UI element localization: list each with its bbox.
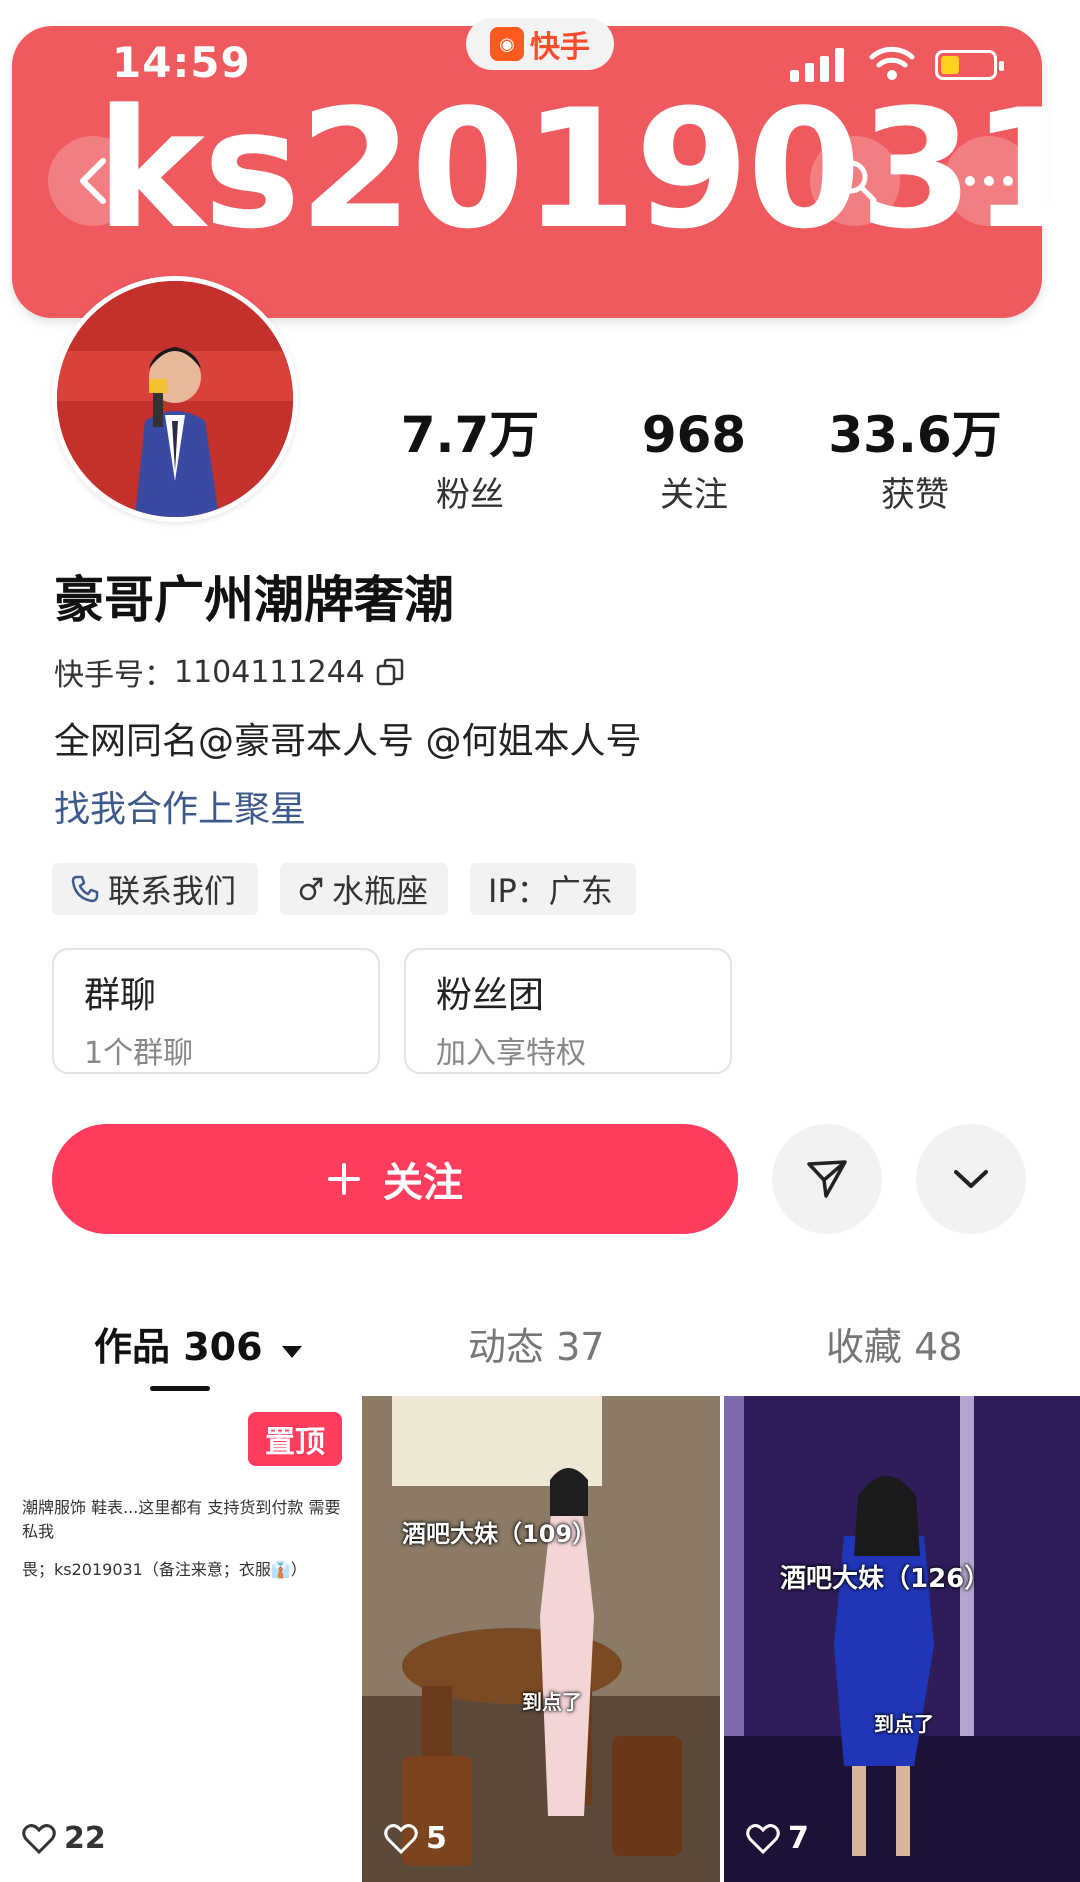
video-3-likes: 7 <box>746 1821 809 1856</box>
heart-icon <box>384 1823 418 1854</box>
tab-moments[interactable]: 动态 37 <box>468 1316 604 1371</box>
send-icon <box>807 1160 847 1198</box>
fan-club-title: 粉丝团 <box>436 975 545 1016</box>
followers-count: 7.7万 <box>400 406 540 464</box>
fan-club-subtitle: 加入享特权 <box>436 1036 586 1071</box>
following-label: 关注 <box>660 475 728 515</box>
video-tile-1[interactable]: 置顶 潮牌服饰 鞋表...这里都有 支持货到付款 需要私我 畏；ks201903… <box>0 1396 358 1882</box>
phone-icon <box>71 875 99 903</box>
kuaishou-logo-icon: ◉ <box>490 27 524 61</box>
likes-count: 33.6万 <box>828 406 1002 464</box>
tag-zodiac-label: 水瓶座 <box>332 872 429 910</box>
avatar[interactable] <box>52 276 298 522</box>
follow-label: 关注 <box>383 1161 463 1205</box>
video-3-likes-count: 7 <box>788 1821 809 1856</box>
more-horizontal-icon <box>965 176 1013 186</box>
tag-ip: IP：广东 <box>470 863 636 915</box>
tag-ip-label: IP：广东 <box>488 872 613 910</box>
stat-likes[interactable]: 33.6万 获赞 <box>815 408 1015 516</box>
video-2-subtitle: 到点了 <box>522 1690 582 1714</box>
group-chat-title: 群聊 <box>84 975 157 1016</box>
chevron-left-icon <box>80 158 106 204</box>
kuaishou-id-label: 快手号： <box>54 658 174 693</box>
tag-contact-label: 联系我们 <box>108 872 237 910</box>
video-1-likes: 22 <box>22 1821 106 1856</box>
profile-name: 豪哥广州潮牌奢潮 <box>54 571 454 629</box>
fan-club-card[interactable]: 粉丝团 加入享特权 <box>404 948 732 1074</box>
chevron-down-icon <box>954 1170 988 1188</box>
collab-link[interactable]: 找我合作上聚星 <box>54 780 306 832</box>
video-3-title: 酒吧大妹（126） <box>780 1564 991 1594</box>
more-options-button[interactable] <box>916 1124 1026 1234</box>
caret-down-icon <box>281 1346 302 1358</box>
tab-works-label: 作品 306 <box>94 1325 263 1369</box>
heart-icon <box>746 1823 780 1854</box>
pinned-badge: 置顶 <box>248 1412 342 1466</box>
video-3-subtitle: 到点了 <box>874 1712 934 1736</box>
followers-label: 粉丝 <box>436 475 504 515</box>
back-button[interactable] <box>48 136 138 226</box>
video-1-line2: 畏；ks2019031（备注来意；衣服👔） <box>22 1560 307 1579</box>
tab-works[interactable]: 作品 306 <box>94 1316 304 1371</box>
follow-button[interactable]: 关注 <box>52 1124 738 1234</box>
video-2-likes-count: 5 <box>426 1821 447 1856</box>
kuaishou-id: 1104111244 <box>174 654 365 690</box>
video-tile-3[interactable]: 酒吧大妹（126） 到点了 7 <box>724 1396 1080 1882</box>
group-chat-card[interactable]: 群聊 1个群聊 <box>52 948 380 1074</box>
heart-icon <box>22 1823 56 1854</box>
tab-favorites[interactable]: 收藏 48 <box>826 1316 962 1371</box>
stat-followers[interactable]: 7.7万 粉丝 <box>380 408 560 516</box>
group-chat-subtitle: 1个群聊 <box>84 1036 194 1071</box>
app-badge-label: 快手 <box>530 30 590 65</box>
tag-zodiac: 水瓶座 <box>280 863 448 915</box>
video-1-line1: 潮牌服饰 鞋表...这里都有 支持货到付款 需要私我 <box>22 1498 341 1541</box>
active-tab-indicator <box>150 1386 210 1391</box>
tag-contact[interactable]: 联系我们 <box>52 863 258 915</box>
video-3-thumbnail <box>724 1396 1080 1882</box>
stat-following[interactable]: 968 关注 <box>604 408 784 516</box>
likes-label: 获赞 <box>881 475 949 515</box>
plus-icon <box>328 1163 360 1195</box>
video-tile-2[interactable]: 酒吧大妹（109） 到点了 5 <box>362 1396 720 1882</box>
male-icon <box>299 877 323 901</box>
profile-bio: 全网同名@豪哥本人号 @何姐本人号 <box>54 721 642 762</box>
avatar-image <box>57 281 293 517</box>
video-2-thumbnail <box>362 1396 720 1882</box>
search-button[interactable] <box>810 136 900 226</box>
video-1-text: 潮牌服饰 鞋表...这里都有 支持货到付款 需要私我 畏；ks2019031（备… <box>22 1496 342 1582</box>
video-1-likes-count: 22 <box>64 1821 106 1856</box>
copy-icon[interactable] <box>375 657 405 687</box>
share-button[interactable] <box>772 1124 882 1234</box>
following-count: 968 <box>641 406 747 464</box>
username-overlay: ks2019031 <box>96 74 1080 265</box>
search-icon <box>834 160 877 203</box>
kuaishou-id-row: 快手号： 1104111244 <box>54 650 405 694</box>
video-2-title: 酒吧大妹（109） <box>402 1520 597 1548</box>
more-button[interactable] <box>944 136 1034 226</box>
kuaishou-app-badge: ◉ 快手 <box>466 18 614 70</box>
video-2-likes: 5 <box>384 1821 447 1856</box>
